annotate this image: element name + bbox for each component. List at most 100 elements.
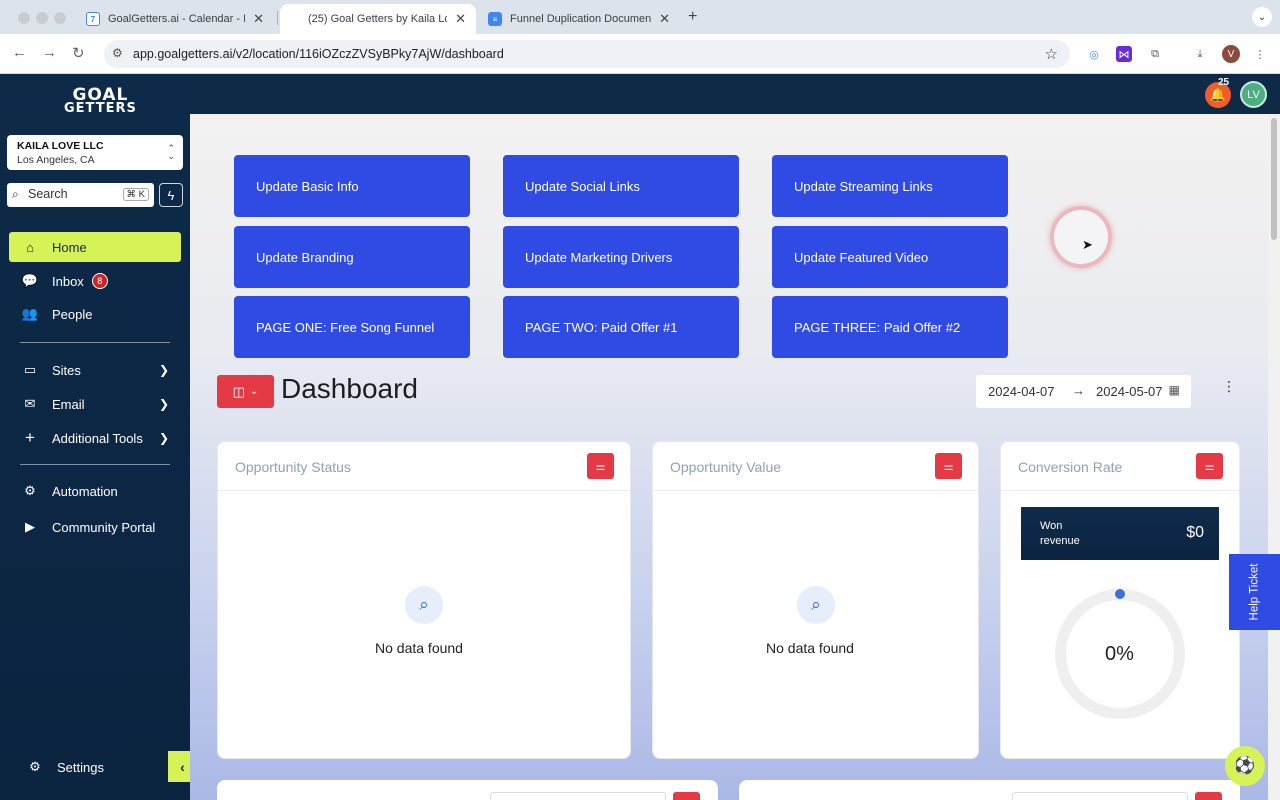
calendar-icon: ▦ <box>1168 383 1180 397</box>
next-card-filter-button[interactable] <box>673 792 700 800</box>
back-arrow-icon[interactable]: ← <box>12 44 27 61</box>
sidebar-item-people[interactable]: 👥 People <box>9 299 181 329</box>
opportunity-status-card: Opportunity Status ⚌ ⌕ No data found <box>217 441 631 759</box>
tab-search-chevron-icon[interactable]: ⌄ <box>1252 7 1272 27</box>
sidebar-item-label: Community Portal <box>52 519 156 535</box>
update-featured-video-button[interactable]: Update Featured Video <box>772 226 1008 288</box>
update-branding-button[interactable]: Update Branding <box>234 226 470 288</box>
address-bar[interactable]: ⚙ app.goalgetters.ai/v2/location/116iOZc… <box>104 40 1070 68</box>
plus-icon: + <box>25 428 35 447</box>
update-social-links-button[interactable]: Update Social Links <box>503 155 739 217</box>
date-end: 2024-05-07 <box>1096 384 1163 399</box>
magnifier-icon: ⌕ <box>405 586 443 624</box>
automation-icon: ⚙ <box>24 483 36 498</box>
tab-title: GoalGetters.ai - Calendar - M <box>108 13 246 25</box>
layout-grid-icon: ◫ <box>232 383 245 399</box>
window-zoom-control[interactable] <box>54 12 66 24</box>
chevron-right-icon: ❯ <box>158 363 169 377</box>
sidebar-item-sites[interactable]: ▭ Sites ❯ <box>9 355 181 385</box>
site-info-icon[interactable]: ⚙ <box>112 46 123 60</box>
card-divider <box>1001 490 1239 491</box>
next-card-select[interactable] <box>1012 792 1188 800</box>
chat-icon: 💬 <box>21 273 39 288</box>
filter-sliders-icon[interactable]: ⚌ <box>935 453 962 479</box>
page-one-funnel-button[interactable]: PAGE ONE: Free Song Funnel <box>234 296 470 358</box>
search-input[interactable]: ⌕ Search ⌘ K <box>7 183 154 207</box>
sidebar-item-inbox[interactable]: 💬 Inbox 8 <box>9 266 181 296</box>
support-widget-icon[interactable]: ⚽ <box>1225 746 1265 786</box>
sidebar-item-email[interactable]: ✉ Email ❯ <box>9 389 181 419</box>
help-ticket-tab[interactable]: Help Ticket <box>1229 554 1280 630</box>
conversion-rate-value: 0% <box>1105 643 1134 665</box>
search-icon: ⌕ <box>12 187 19 201</box>
card-divider <box>653 490 978 491</box>
page-scrollbar-thumb[interactable] <box>1271 118 1277 240</box>
search-placeholder: Search <box>28 187 68 201</box>
window-minimize-control[interactable] <box>36 12 48 24</box>
magnifier-icon: ⌕ <box>797 586 835 624</box>
chevron-down-icon: ⌄ <box>249 386 259 397</box>
filter-sliders-icon[interactable]: ⚌ <box>1196 453 1223 479</box>
sidebar-item-additional-tools[interactable]: + Additional Tools ❯ <box>9 423 181 453</box>
goalgetters-logo[interactable]: GOAL GETTERS <box>64 87 137 116</box>
extension-loom-icon[interactable]: ◎ <box>1086 46 1102 62</box>
play-icon: ▶ <box>25 519 35 534</box>
mail-icon: ✉ <box>24 396 36 411</box>
url-text: app.goalgetters.ai/v2/location/116iOZczZ… <box>133 47 504 61</box>
download-icon[interactable]: ⤓ <box>1192 46 1208 62</box>
click-indicator <box>1050 206 1112 268</box>
search-shortcut: ⌘ K <box>122 188 149 201</box>
inbox-count-badge: 8 <box>91 273 108 289</box>
reload-icon[interactable]: ↻ <box>72 44 85 62</box>
sidebar-item-automation[interactable]: ⚙ Automation <box>9 476 181 506</box>
sidebar-item-label: Email <box>52 396 85 412</box>
browser-tab-goalgetters[interactable]: (25) Goal Getters by Kaila Lo ✕ <box>280 4 476 34</box>
tab-close-icon[interactable]: ✕ <box>455 11 466 27</box>
empty-state-text: No data found <box>766 640 854 656</box>
browser-profile-avatar[interactable]: V <box>1222 45 1240 63</box>
date-range-picker[interactable]: 2024-04-07 → 2024-05-07 ▦ <box>976 375 1191 408</box>
filter-sliders-icon[interactable]: ⚌ <box>587 453 614 479</box>
help-ticket-label: Help Ticket <box>1248 563 1261 621</box>
app-header <box>0 74 1280 114</box>
sidebar-item-settings[interactable]: ⚙ Settings <box>14 752 186 782</box>
next-card-select[interactable] <box>490 792 666 800</box>
docs-favicon-icon: ≡ <box>488 12 502 26</box>
next-card-filter-button[interactable] <box>1195 792 1222 800</box>
mouse-pointer-icon: ➤ <box>1082 237 1093 252</box>
browser-menu-icon[interactable]: ⋮ <box>1252 46 1268 62</box>
location-switcher[interactable]: KAILA LOVE LLC Los Angeles, CA ⌃ ⌄ <box>7 135 183 170</box>
card-title: Opportunity Value <box>670 459 782 475</box>
browser-tab-calendar[interactable]: 7 GoalGetters.ai - Calendar - M ✕ <box>78 4 274 34</box>
sidebar-item-label: Inbox <box>52 273 84 289</box>
update-marketing-drivers-button[interactable]: Update Marketing Drivers <box>503 226 739 288</box>
window-close-control[interactable] <box>18 12 30 24</box>
extension-purple-icon[interactable]: ⋈ <box>1116 46 1132 62</box>
sidebar-item-label: Additional Tools <box>52 430 143 446</box>
page-three-offer-button[interactable]: PAGE THREE: Paid Offer #2 <box>772 296 1008 358</box>
forward-arrow-icon[interactable]: → <box>42 44 57 61</box>
sidebar-item-home[interactable]: ⌂ Home <box>9 232 181 262</box>
browser-tab-funnel-doc[interactable]: ≡ Funnel Duplication Document ✕ <box>480 4 680 34</box>
quick-action-bolt-icon[interactable]: ϟ <box>159 183 183 207</box>
sidebar-item-community-portal[interactable]: ▶ Community Portal <box>9 512 181 542</box>
tab-close-icon[interactable]: ✕ <box>659 11 670 27</box>
opportunity-value-card: Opportunity Value ⚌ ⌕ No data found <box>652 441 979 759</box>
home-icon: ⌂ <box>26 239 34 255</box>
arrow-right-icon: → <box>1072 383 1085 398</box>
extensions-puzzle-icon[interactable]: ⧉ <box>1147 46 1163 62</box>
sidebar-divider <box>20 464 170 465</box>
bookmark-star-icon[interactable]: ☆ <box>1045 45 1058 63</box>
update-streaming-links-button[interactable]: Update Streaming Links <box>772 155 1008 217</box>
logo-line-2: GETTERS <box>64 101 137 116</box>
new-tab-button[interactable]: + <box>688 8 697 26</box>
update-basic-info-button[interactable]: Update Basic Info <box>234 155 470 217</box>
user-avatar[interactable]: LV <box>1240 81 1267 108</box>
calendar-favicon-icon: 7 <box>86 12 100 26</box>
page-two-offer-button[interactable]: PAGE TWO: Paid Offer #1 <box>503 296 739 358</box>
dashboard-switcher-button[interactable]: ◫ ⌄ <box>217 375 274 408</box>
more-options-icon[interactable]: ⋮ <box>1222 378 1236 395</box>
sidebar-item-label: Home <box>52 239 87 255</box>
chevron-right-icon: ❯ <box>158 431 169 445</box>
tab-close-icon[interactable]: ✕ <box>253 11 264 27</box>
